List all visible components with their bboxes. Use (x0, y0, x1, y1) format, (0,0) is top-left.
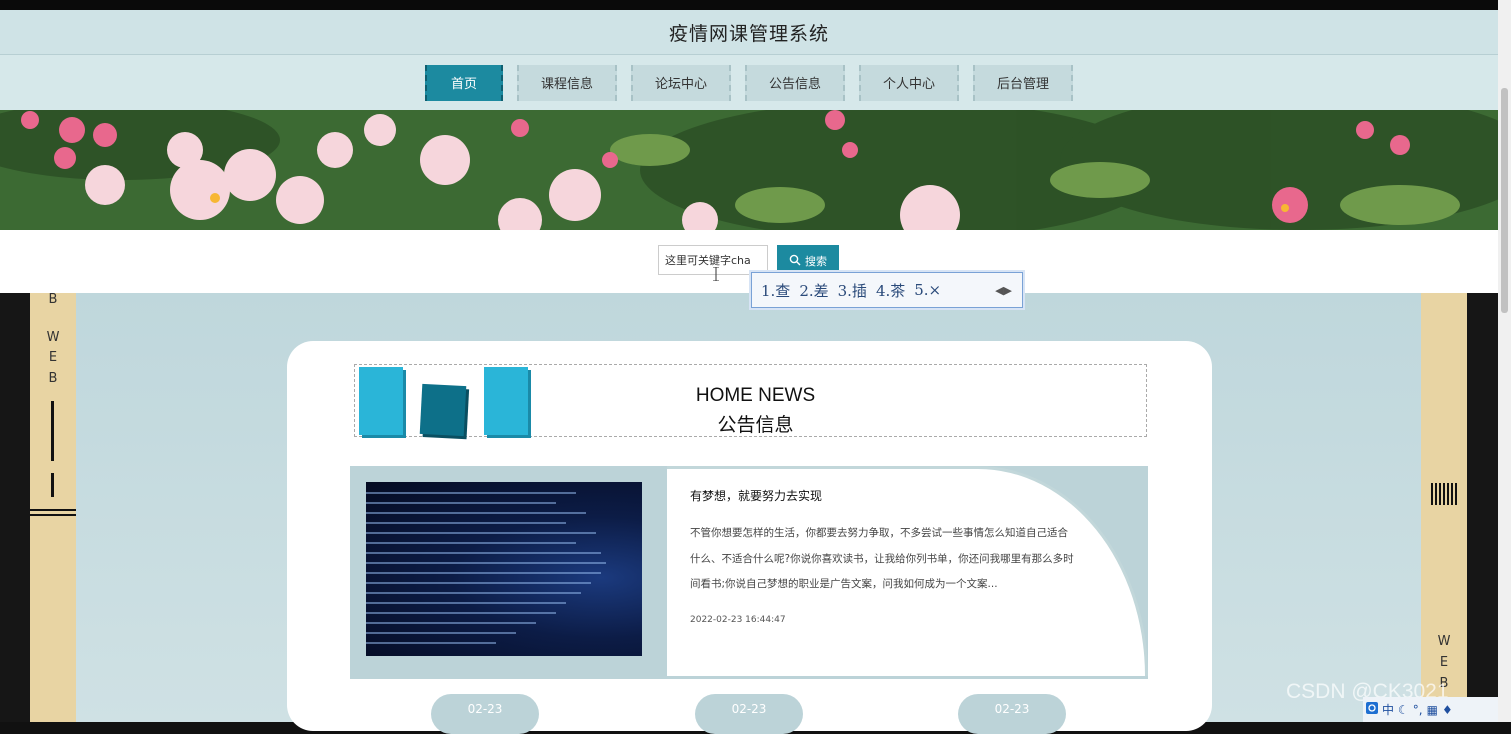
side-left-rule (30, 514, 76, 516)
skin-icon[interactable]: ♦ (1442, 703, 1453, 717)
left-dark-margin (0, 293, 30, 722)
news-date-pill[interactable]: 02-23 (958, 694, 1066, 734)
nav-courses[interactable]: 课程信息 (517, 64, 617, 101)
nav-admin[interactable]: 后台管理 (973, 64, 1073, 101)
ime-candidate[interactable]: 2.差 (799, 280, 828, 301)
ime-candidate[interactable]: 5.× (914, 281, 941, 299)
ime-tray-icon[interactable] (1366, 702, 1378, 717)
news-title-en: HOME NEWS (695, 385, 816, 406)
site-header: 疫情网课管理系统 (0, 10, 1498, 55)
ime-candidate[interactable]: 4.茶 (876, 280, 905, 301)
search-icon (789, 254, 801, 269)
nav-announcements[interactable]: 公告信息 (745, 64, 845, 101)
featured-news-date: 2022-02-23 16:44:47 (690, 615, 786, 625)
ime-candidate[interactable]: 3.插 (838, 280, 867, 301)
keyboard-icon[interactable]: ▦ (1427, 703, 1438, 717)
scrollbar-thumb[interactable] (1501, 88, 1508, 313)
nav-home[interactable]: 首页 (425, 64, 503, 101)
moon-icon[interactable]: ☾ (1398, 703, 1409, 717)
page-scrollbar[interactable] (1498, 0, 1511, 722)
featured-news-body: 不管你想要怎样的生活，你都要去努力争取，不多尝试一些事情怎么知道自己适合什么、不… (690, 527, 1074, 590)
nav-profile[interactable]: 个人中心 (859, 64, 959, 101)
right-decoration-panel: W E B (1421, 293, 1467, 722)
right-dark-margin (1467, 293, 1498, 722)
news-title-zh: 公告信息 (717, 414, 794, 436)
banner-image-peonies (0, 110, 1498, 230)
site-title: 疫情网课管理系统 (668, 22, 829, 45)
side-left-letter: W (46, 330, 60, 345)
side-left-rule (30, 509, 76, 511)
featured-news-headline[interactable]: 有梦想，就要努力去实现 (690, 487, 822, 504)
side-right-letter: E (1439, 655, 1449, 670)
news-date-pill[interactable]: 02-23 (695, 694, 803, 734)
dot-grid-icon (1431, 483, 1457, 505)
featured-news-image[interactable] (366, 482, 642, 656)
side-right-letter: W (1437, 634, 1451, 649)
window-top-edge (0, 0, 1498, 10)
text-cursor-icon (713, 266, 719, 282)
search-area: 这里可关键字cha 搜索 (0, 230, 1498, 293)
search-button-label: 搜索 (805, 255, 827, 268)
ime-page-arrows-icon[interactable]: ◀▶ (995, 284, 1012, 297)
ime-candidate-popup: 1.查 2.差 3.插 4.茶 5.× ◀▶ (751, 272, 1023, 308)
left-decoration-panel: B W E B (30, 292, 76, 722)
punctuation-icon[interactable]: °, (1413, 703, 1423, 717)
system-tray: 中 ☾ °, ▦ ♦ (1363, 697, 1498, 722)
side-left-letter: E (48, 350, 58, 365)
ime-tray-label[interactable]: 中 (1382, 701, 1394, 718)
main-nav: 首页 课程信息 论坛中心 公告信息 个人中心 后台管理 (0, 55, 1498, 110)
ime-candidate[interactable]: 1.查 (761, 280, 790, 301)
side-left-bar (51, 473, 54, 497)
nav-forum[interactable]: 论坛中心 (631, 64, 731, 101)
side-left-letter: B (48, 292, 58, 307)
news-date-pill[interactable]: 02-23 (431, 694, 539, 734)
